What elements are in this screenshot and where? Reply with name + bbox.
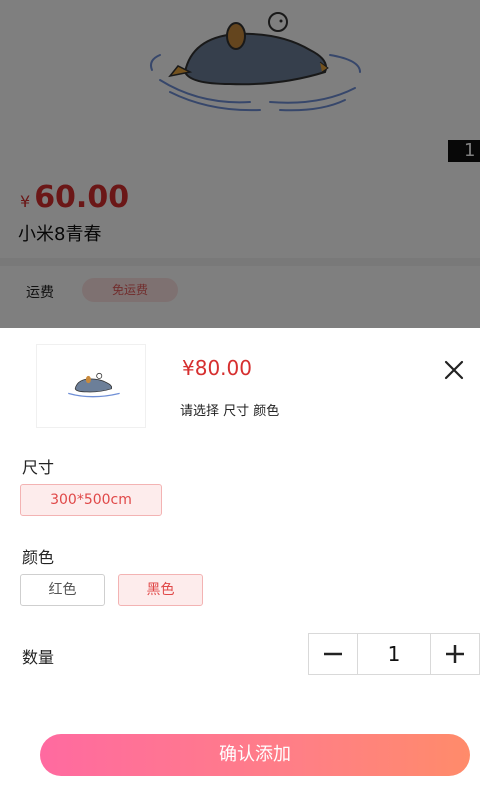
minus-icon [324,652,342,656]
close-icon[interactable] [442,358,466,382]
color-option-black[interactable]: 黑色 [118,574,203,606]
plus-icon [446,645,464,663]
confirm-add-button[interactable]: 确认添加 [40,734,470,776]
increment-button[interactable] [431,634,479,674]
sku-selector-sheet: ¥80.00 请选择 尺寸 颜色 尺寸 300*500cm 颜色 红色 黑色 数… [0,328,480,800]
quantity-stepper: 1 [308,633,480,675]
color-option-red[interactable]: 红色 [20,574,105,606]
product-thumbnail [36,344,146,428]
decrement-button[interactable] [309,634,357,674]
selection-hint: 请选择 尺寸 颜色 [180,404,280,419]
modal-backdrop[interactable] [0,0,480,330]
size-section-label: 尺寸 [22,458,55,477]
quantity-value[interactable]: 1 [357,634,431,674]
quantity-label: 数量 [22,648,55,667]
seal-thumbnail-icon [68,372,120,398]
selected-price: ¥80.00 [182,356,252,380]
color-section-label: 颜色 [22,548,55,567]
size-option[interactable]: 300*500cm [20,484,162,516]
